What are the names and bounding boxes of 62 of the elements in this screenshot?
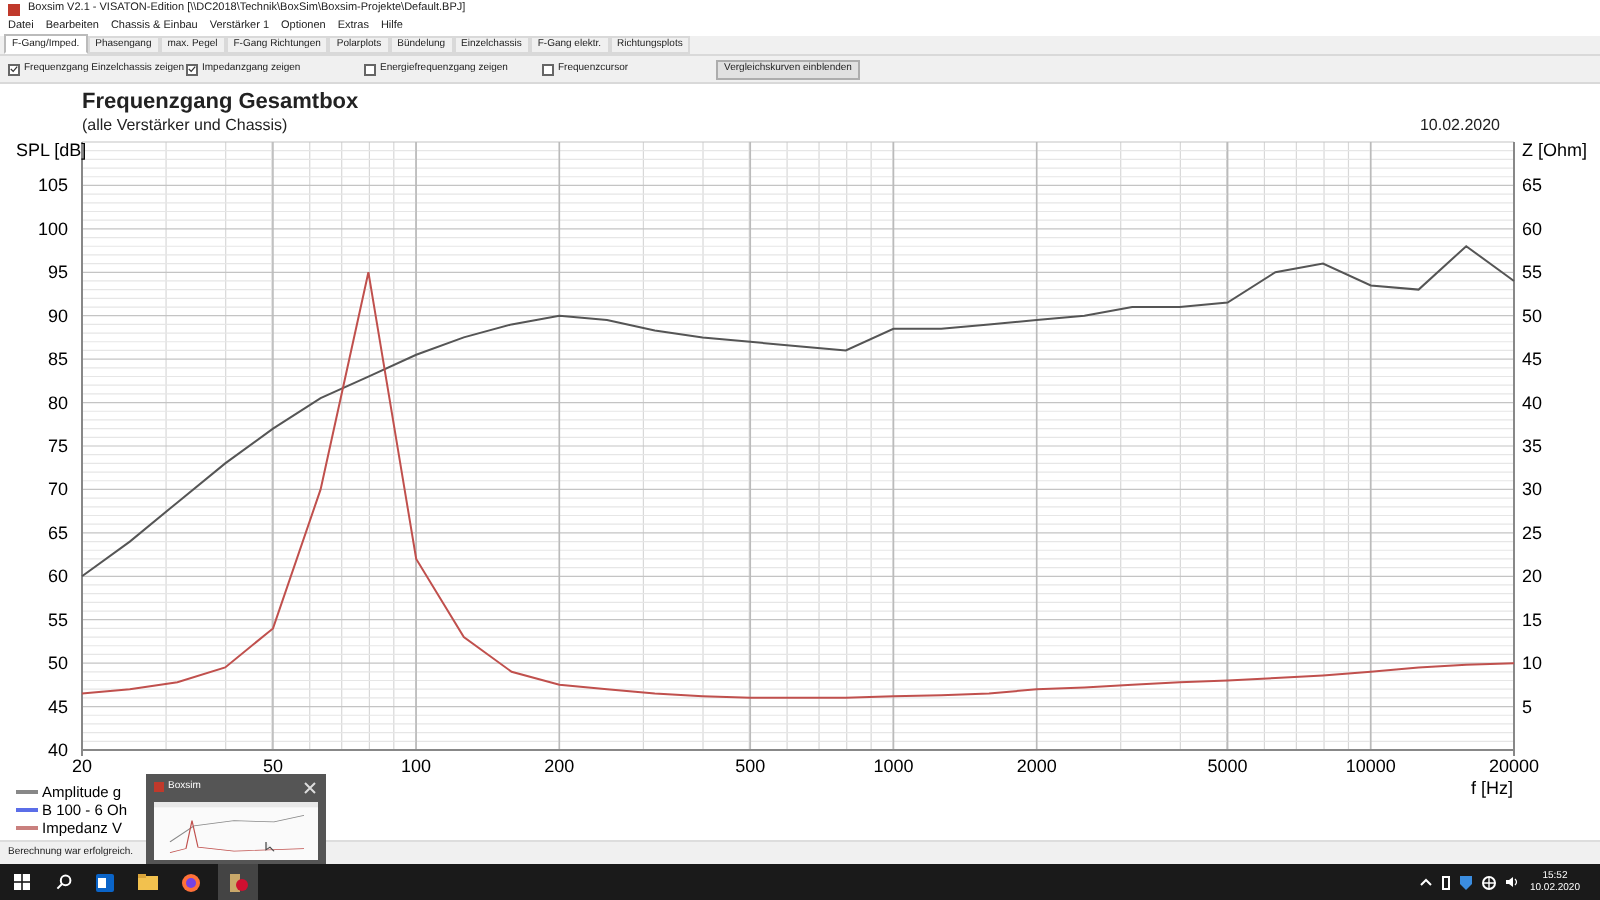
check-icon <box>188 64 196 74</box>
app-icon <box>8 4 20 16</box>
y-tick-label: 95 <box>47 262 68 283</box>
x-tick-label: 500 <box>735 756 766 776</box>
y-tick-label: 65 <box>47 522 68 543</box>
x-tick-label: 20 <box>72 756 92 776</box>
y-tick-label: 100 <box>37 218 68 239</box>
check-icon <box>10 64 18 74</box>
y-tick-label: 45 <box>47 696 68 717</box>
y2-tick-label: 25 <box>1522 522 1543 543</box>
y2-tick-label: 5 <box>1522 696 1533 717</box>
y2-tick-label: 40 <box>1522 392 1543 413</box>
x-axis-label: f [Hz] <box>1471 778 1513 798</box>
x-tick-label: 50 <box>262 756 283 776</box>
speaker-icon[interactable] <box>1505 876 1520 888</box>
y-tick-label: 85 <box>47 349 68 370</box>
x-tick-label: 100 <box>401 756 432 776</box>
y-tick-label: 90 <box>47 305 68 326</box>
x-tick-label: 5000 <box>1207 756 1248 776</box>
y-tick-label: 80 <box>47 392 68 413</box>
y2-tick-label: 35 <box>1522 436 1543 456</box>
y2-tick-label: 65 <box>1522 175 1543 196</box>
y2-tick-label: 30 <box>1522 479 1543 500</box>
shield-icon[interactable] <box>1459 875 1472 889</box>
y-tick-label: 55 <box>47 609 68 630</box>
y-tick-label: 105 <box>37 175 68 196</box>
x-tick-label: 2000 <box>1016 756 1057 776</box>
search-icon[interactable] <box>56 874 72 890</box>
globe-icon[interactable] <box>1481 875 1496 889</box>
chevron-up-icon[interactable] <box>1419 878 1432 886</box>
y-axis-label: SPL [dB] <box>16 140 87 160</box>
taskbar-app-button[interactable] <box>218 864 258 900</box>
y-tick-label: 75 <box>47 436 68 456</box>
plot-title: Frequenzgang Gesamtbox <box>80 88 361 116</box>
y-tick-label: 40 <box>47 740 68 760</box>
y2-axis-label: Z [Ohm] <box>1522 140 1588 160</box>
y2-tick-label: 60 <box>1522 218 1543 239</box>
folder-icon[interactable] <box>138 874 158 890</box>
x-tick-label: 20000 <box>1488 756 1540 776</box>
y2-tick-label: 50 <box>1522 305 1543 326</box>
plot-date: 10.02.2020 <box>1419 116 1500 134</box>
checkbox[interactable] <box>8 63 20 75</box>
checkbox[interactable] <box>364 63 376 75</box>
app-icon <box>154 782 164 793</box>
y2-tick-label: 10 <box>1522 653 1543 674</box>
x-tick-label: 10000 <box>1345 756 1396 776</box>
y2-tick-label: 45 <box>1522 349 1543 370</box>
y2-tick-label: 20 <box>1522 566 1543 587</box>
close-icon[interactable] <box>304 781 316 794</box>
browser-icon[interactable] <box>182 873 200 891</box>
windows-start-icon[interactable] <box>14 874 30 890</box>
checkbox[interactable] <box>542 63 554 75</box>
x-tick-label: 200 <box>544 756 575 776</box>
y-tick-label: 70 <box>47 479 68 500</box>
y-tick-label: 60 <box>47 566 68 587</box>
plot-subtitle: (alle Verstärker und Chassis) <box>82 116 288 134</box>
y-tick-label: 50 <box>47 653 68 674</box>
checkbox[interactable] <box>186 63 198 75</box>
y2-tick-label: 55 <box>1522 262 1543 283</box>
y2-tick-label: 15 <box>1522 609 1543 630</box>
mail-app-icon[interactable] <box>96 873 114 891</box>
x-tick-label: 1000 <box>873 756 914 776</box>
